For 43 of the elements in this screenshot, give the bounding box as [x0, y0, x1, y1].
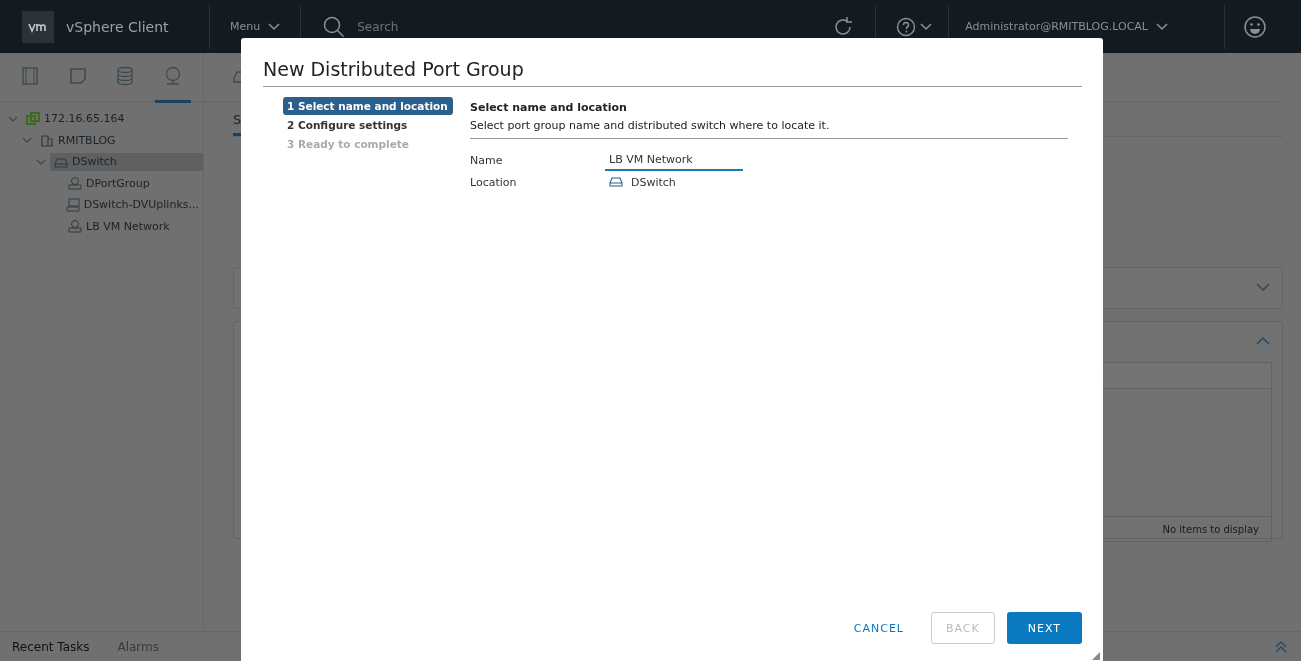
resize-grip-icon[interactable]: [1092, 652, 1100, 660]
port-group-icon: [68, 219, 82, 234]
tree-item[interactable]: LB VM Network: [64, 217, 203, 236]
chevron-up-icon[interactable]: [1256, 336, 1270, 346]
tree-item[interactable]: RMITBLOG: [36, 131, 203, 150]
search-field[interactable]: Search: [355, 18, 560, 35]
database-icon: [115, 65, 136, 86]
dialog-title: New Distributed Port Group: [263, 58, 1082, 87]
note-icon: [67, 65, 88, 86]
section-subtitle: Select port group name and distributed switch where to locate it.: [470, 114, 1068, 139]
expand-icon[interactable]: [1275, 640, 1287, 653]
uplink-icon: [65, 197, 80, 212]
caret-icon: [1156, 22, 1168, 31]
vcenter-icon: [26, 111, 40, 126]
building-icon: [40, 133, 54, 148]
chevron-down-icon[interactable]: [1256, 282, 1270, 292]
host-icon: [19, 65, 40, 86]
tree-item[interactable]: DSwitch: [50, 152, 203, 171]
logo-icon: [22, 10, 54, 43]
wizard-step[interactable]: 2 Configure settings: [283, 116, 453, 134]
field-label: Name: [470, 153, 504, 167]
location-value: DSwitch: [631, 175, 676, 189]
bottom-tab[interactable]: Recent Tasks: [12, 639, 90, 654]
cancel-button[interactable]: CANCEL: [838, 612, 919, 644]
smiley-icon[interactable]: [1243, 14, 1267, 39]
empty-table-message: No items to display: [1162, 523, 1259, 535]
tree-item[interactable]: DSwitch-DVUplinks...: [61, 195, 203, 214]
caret-icon: [920, 22, 933, 31]
field-label: Location: [470, 175, 518, 189]
caret-icon: [268, 22, 281, 31]
switch-icon: [609, 176, 623, 188]
port-group-icon: [68, 176, 82, 191]
next-button[interactable]: NEXT: [1006, 612, 1082, 644]
section-title: Select name and location: [470, 101, 628, 114]
switch-icon: [233, 71, 241, 83]
tree-item[interactable]: 172.16.65.164: [22, 109, 203, 128]
user-menu[interactable]: Administrator@RMITBLOG.LOCAL: [961, 20, 1188, 33]
tree-item[interactable]: DPortGroup: [64, 174, 203, 193]
wizard-step[interactable]: 1 Select name and location: [283, 97, 453, 115]
menu-button[interactable]: Menu: [222, 20, 301, 33]
product-name: vSphere Client: [66, 18, 170, 35]
search-icon: [323, 15, 346, 38]
help-icon: [896, 16, 917, 37]
